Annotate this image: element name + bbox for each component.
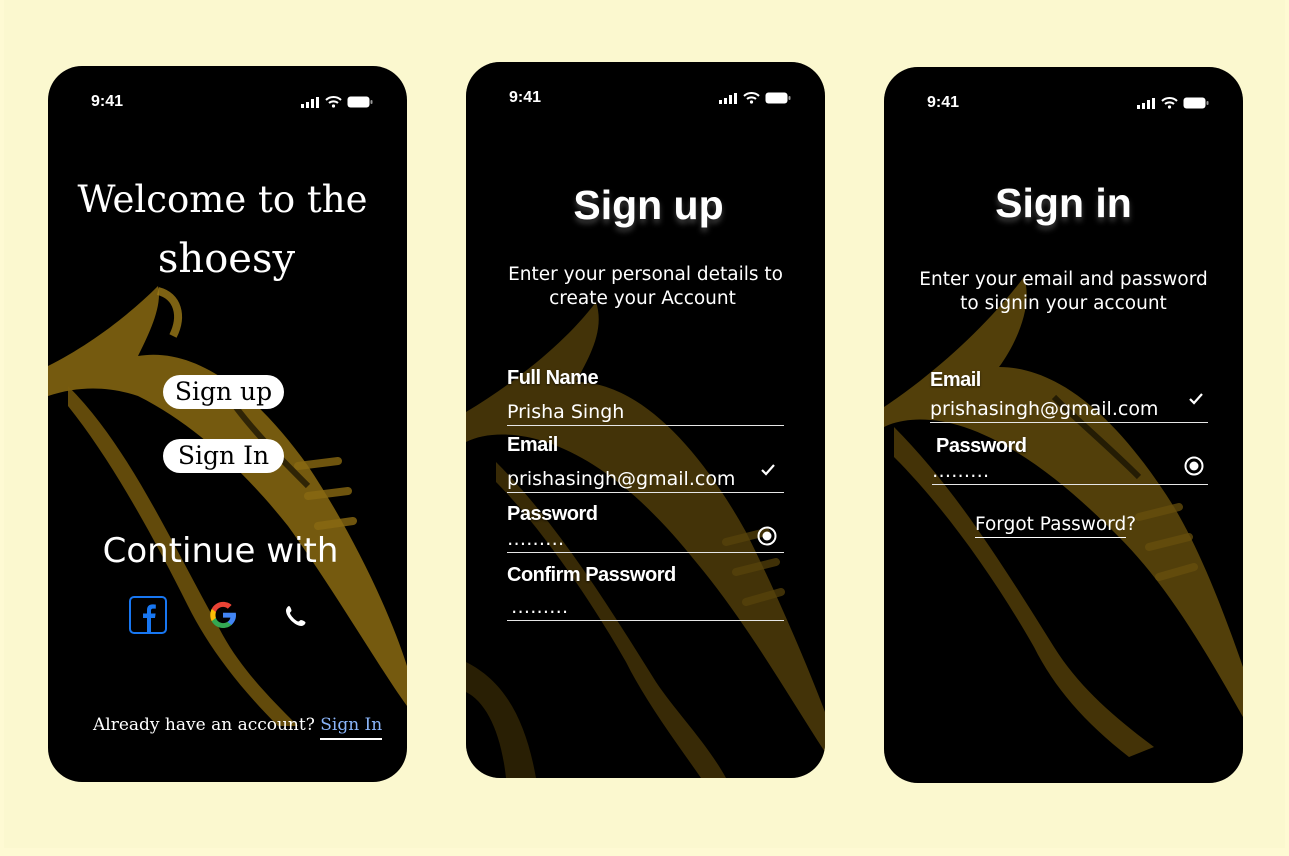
wifi-icon: [1161, 97, 1178, 109]
page-subtitle: Enter your email and password to signin …: [884, 268, 1243, 316]
artwork-dim-overlay: [884, 67, 1243, 783]
status-bar: 9:41: [884, 67, 1243, 117]
welcome-screen: 9:41 Welcome to the shoesy Sign up Sign …: [48, 66, 407, 782]
forgot-password-text: Forgot Password: [975, 514, 1127, 538]
wifi-icon: [743, 92, 760, 104]
battery-icon: [765, 92, 791, 104]
fullname-field[interactable]: Prisha Singh: [507, 401, 784, 426]
phone-icon: [286, 606, 306, 626]
page-title: Sign up: [573, 182, 724, 228]
signal-icon: [1137, 97, 1155, 109]
fullname-label: Full Name: [507, 367, 599, 389]
status-icons: [1137, 97, 1209, 109]
facebook-button[interactable]: [129, 596, 167, 634]
gold-shoe-artwork: [48, 286, 407, 726]
email-label: Email: [930, 369, 981, 391]
signin-button[interactable]: Sign In: [163, 439, 284, 473]
show-password-toggle-icon[interactable]: [1184, 456, 1204, 476]
google-icon: [210, 601, 236, 628]
status-bar: 9:41: [466, 62, 825, 112]
status-icons: [719, 92, 791, 104]
page-subtitle: Enter your personal details to create yo…: [466, 263, 825, 311]
welcome-title-line1: Welcome to the: [77, 178, 368, 221]
facebook-icon: [129, 596, 167, 634]
forgot-password-suffix: ?: [1126, 514, 1137, 535]
battery-icon: [1183, 97, 1209, 109]
password-field[interactable]: ․․․․․․․․․: [932, 460, 1208, 485]
password-field[interactable]: ․․․․․․․․․: [507, 528, 784, 553]
footer-signin-link[interactable]: Sign In: [320, 715, 383, 740]
signal-icon: [719, 92, 737, 104]
email-label: Email: [507, 434, 558, 456]
status-time: 9:41: [927, 94, 960, 111]
subtitle-line2: create your Account: [549, 288, 736, 309]
checkmark-icon: [1189, 393, 1203, 405]
confirm-password-label: Confirm Password: [507, 564, 676, 586]
status-time: 9:41: [509, 89, 542, 106]
phone-button[interactable]: [284, 604, 308, 628]
password-label: Password: [507, 503, 598, 525]
footer-prefix: Already have an account?: [93, 715, 315, 735]
checkmark-icon: [761, 464, 775, 476]
password-label: Password: [936, 435, 1027, 457]
signup-screen: 9:41 Sign up Enter your personal details…: [466, 62, 825, 778]
confirm-password-field[interactable]: ․․․․․․․․․: [507, 596, 784, 621]
signin-screen: 9:41 Sign in Enter your email and passwo…: [884, 67, 1243, 783]
subtitle-line1: Enter your email and password: [919, 269, 1208, 290]
wifi-icon: [325, 96, 342, 108]
subtitle-line1: Enter your personal details to: [508, 264, 783, 285]
status-bar: 9:41: [48, 66, 407, 116]
google-button[interactable]: [206, 598, 240, 632]
status-icons: [301, 96, 373, 108]
email-field[interactable]: prishasingh@gmail.com: [507, 468, 784, 493]
forgot-password-link[interactable]: Forgot Password?: [975, 514, 1137, 538]
continue-with-label: Continue with: [102, 531, 339, 571]
subtitle-line2: to signin your account: [960, 293, 1167, 314]
footer-line: Already have an account? Sign In: [93, 715, 383, 740]
signal-icon: [301, 96, 319, 108]
email-field[interactable]: prishasingh@gmail.com: [930, 398, 1208, 423]
page-title: Sign in: [995, 180, 1132, 226]
show-password-toggle-icon[interactable]: [757, 526, 777, 546]
battery-icon: [347, 96, 373, 108]
signup-button[interactable]: Sign up: [163, 375, 284, 409]
status-time: 9:41: [91, 93, 124, 110]
welcome-title-line2: shoesy: [157, 236, 296, 282]
